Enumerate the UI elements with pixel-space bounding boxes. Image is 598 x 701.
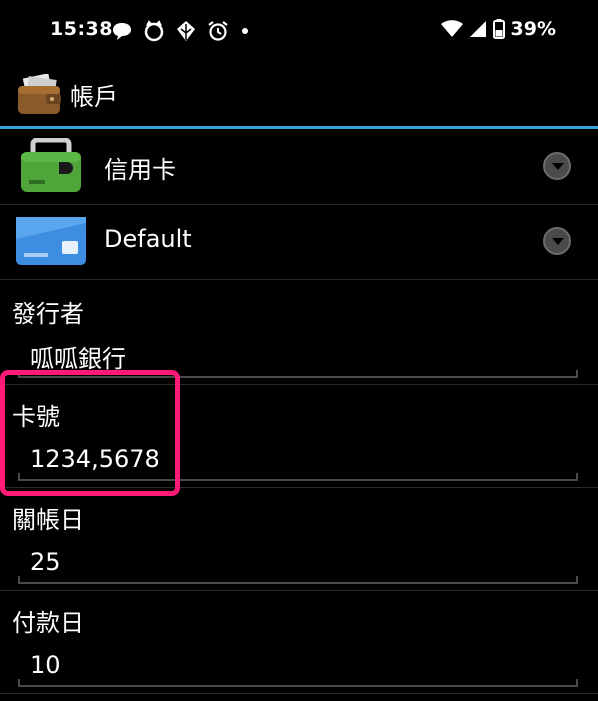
input-underline	[18, 473, 578, 481]
accent-divider	[0, 126, 598, 129]
card-number-input[interactable]	[18, 441, 578, 477]
chevron-down-icon[interactable]	[543, 152, 571, 180]
closing-day-input[interactable]	[18, 544, 578, 580]
status-right: 39%	[440, 18, 556, 40]
cat-face-icon	[144, 20, 164, 42]
status-bar: 15:38 39%	[0, 0, 598, 60]
payment-day-field: 付款日	[0, 589, 598, 694]
card-number-field: 卡號	[0, 383, 598, 488]
input-underline	[18, 370, 578, 378]
issuer-field: 發行者	[0, 280, 598, 385]
cellular-signal-icon	[469, 21, 486, 37]
account-type-spinner[interactable]: 信用卡	[0, 130, 598, 205]
dot-icon	[242, 28, 248, 34]
payment-day-label: 付款日	[12, 609, 84, 637]
closing-day-field: 關帳日	[0, 486, 598, 591]
wallet-icon	[18, 74, 61, 114]
card-style-label: Default	[104, 225, 192, 253]
chevron-down-icon[interactable]	[543, 227, 571, 255]
input-underline	[18, 576, 578, 584]
page-title: 帳戶	[70, 83, 118, 111]
status-time: 15:38	[50, 18, 113, 40]
battery-icon	[492, 19, 505, 39]
input-underline	[18, 679, 578, 687]
blue-card-icon	[16, 217, 86, 265]
issuer-label: 發行者	[12, 300, 84, 328]
closing-day-label: 關帳日	[12, 506, 84, 534]
wifi-icon	[440, 20, 463, 37]
issuer-input[interactable]	[18, 338, 578, 374]
card-style-spinner[interactable]: Default	[0, 205, 598, 280]
payment-day-input[interactable]	[18, 647, 578, 683]
alarm-clock-icon	[208, 21, 228, 41]
app-bar: 帳戶	[0, 60, 598, 127]
green-card-icon	[21, 138, 81, 192]
speech-bubble-icon	[113, 23, 131, 40]
account-type-label: 信用卡	[104, 156, 176, 184]
notification-icons	[111, 20, 251, 42]
leaf-icon	[177, 21, 195, 41]
battery-percent: 39%	[510, 18, 556, 40]
card-number-label: 卡號	[12, 403, 60, 431]
